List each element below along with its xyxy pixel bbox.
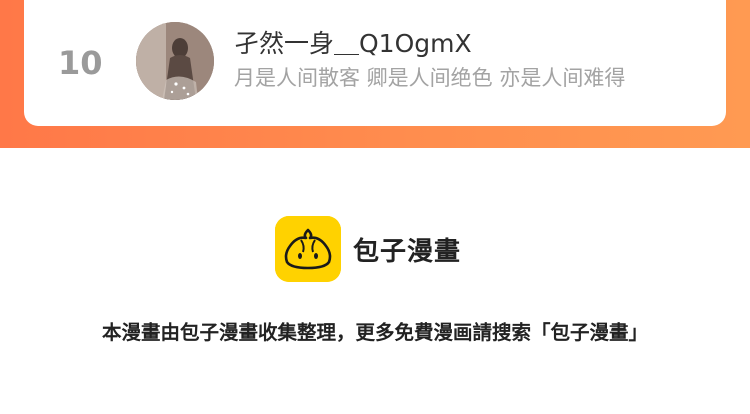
user-avatar[interactable] bbox=[136, 22, 214, 100]
ranking-list-item[interactable]: 10 孑然一身＿Q1OgmX 月是人间散客 卿是人间绝色 亦是人间难得 bbox=[24, 0, 726, 126]
brand-name: 包子漫畫 bbox=[353, 236, 462, 267]
source-notice: 本漫畫由包子漫畫收集整理，更多免費漫画請搜索「包子漫畫」 bbox=[101, 321, 648, 344]
user-motto: 月是人间散客 卿是人间绝色 亦是人间难得 bbox=[234, 66, 626, 90]
avatar-photo-icon bbox=[136, 22, 214, 100]
brand: 包子漫畫 bbox=[275, 216, 461, 282]
user-name[interactable]: 孑然一身＿Q1OgmX bbox=[234, 28, 472, 60]
rank-number: 10 bbox=[58, 44, 103, 82]
bun-mascot-icon bbox=[275, 216, 341, 282]
